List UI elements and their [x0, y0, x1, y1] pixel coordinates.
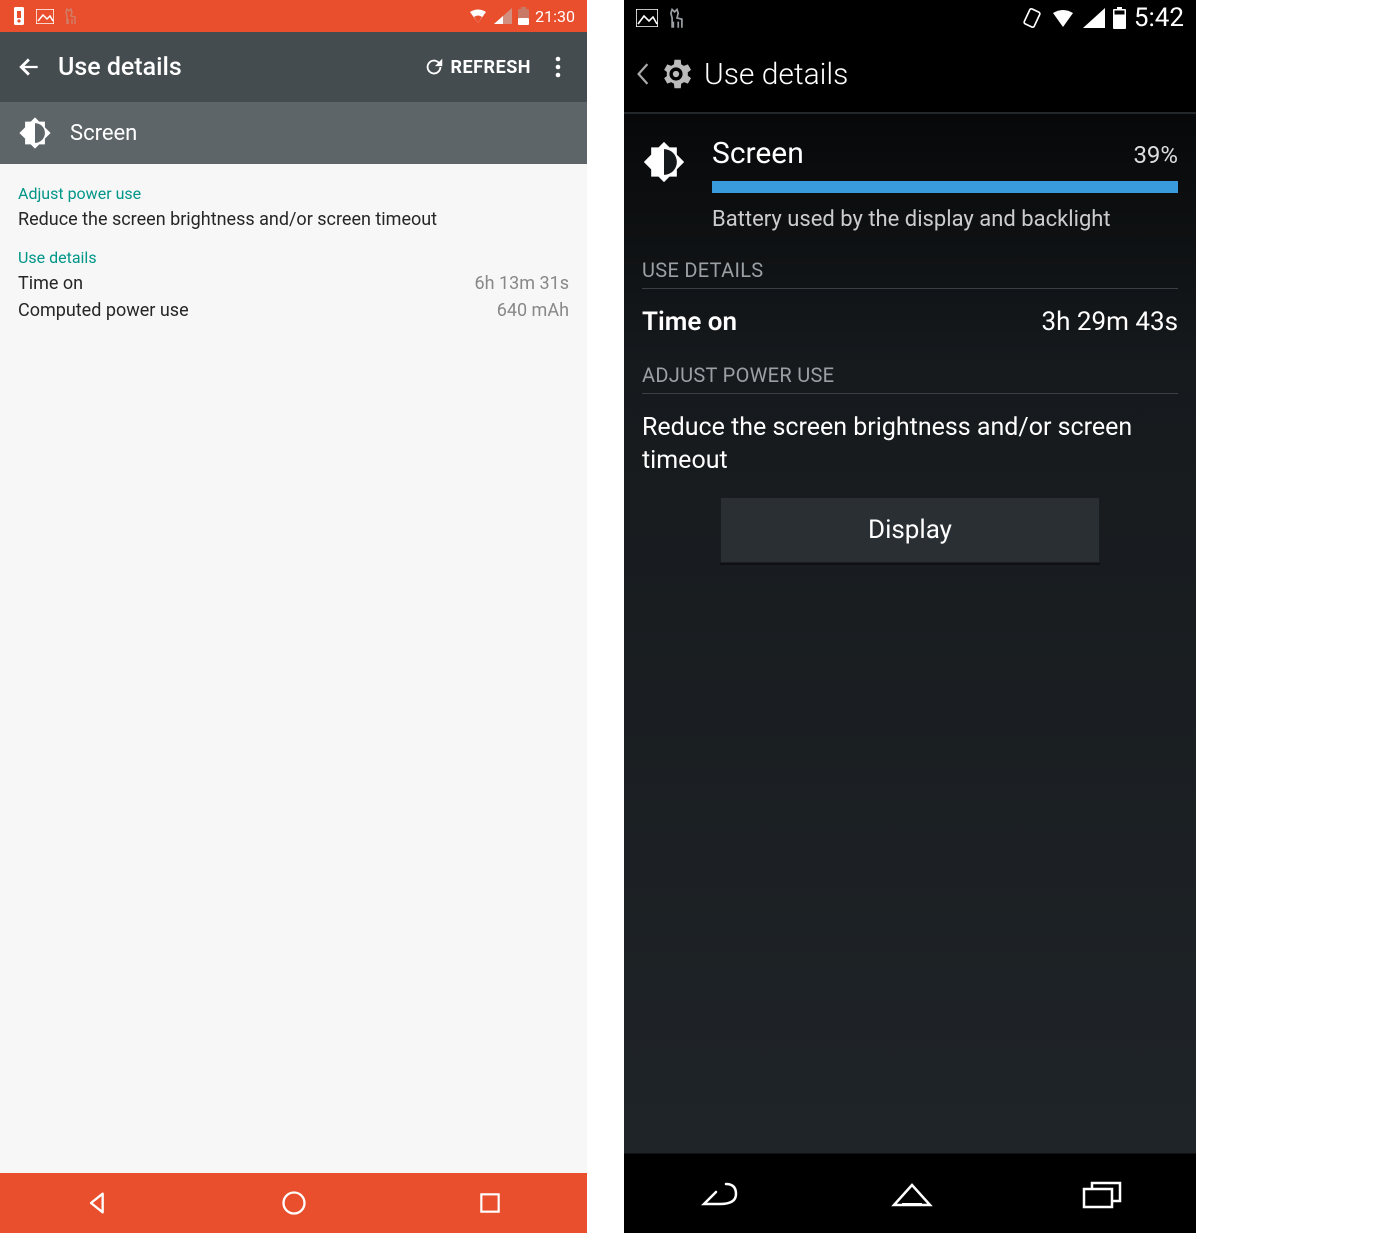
llama-icon: [668, 7, 686, 29]
image-icon: [636, 9, 658, 27]
adjust-body: Reduce the screen brightness and/or scre…: [18, 209, 569, 230]
row-label: Time on: [18, 273, 83, 294]
app-bar: Use details REFRESH: [0, 32, 587, 102]
adjust-body: Reduce the screen brightness and/or scre…: [642, 412, 1178, 477]
row-value: 6h 13m 31s: [475, 273, 570, 294]
wifi-icon: [468, 8, 488, 24]
status-time: 21:30: [535, 7, 575, 26]
status-time: 5:42: [1134, 3, 1184, 33]
row-label: Computed power use: [18, 300, 189, 321]
component-name: Screen: [712, 136, 804, 171]
wifi-icon: [1051, 8, 1075, 28]
content: Adjust power use Reduce the screen brigh…: [0, 164, 587, 1173]
signal-icon: [494, 8, 512, 24]
row-time-on: Time on 3h 29m 43s: [642, 307, 1178, 337]
nav-bar: [624, 1153, 1196, 1233]
battery-icon: [518, 7, 529, 25]
row-value: 3h 29m 43s: [1042, 307, 1179, 337]
warning-icon: [12, 7, 26, 25]
row-label: Time on: [642, 307, 737, 337]
refresh-icon: [423, 56, 445, 78]
component-desc: Battery used by the display and backligh…: [712, 207, 1178, 232]
content: Screen 39% Battery used by the display a…: [624, 114, 1196, 1153]
row-time-on: Time on 6h 13m 31s: [18, 273, 569, 294]
section-details-title: Use details: [18, 248, 569, 267]
nav-home-button[interactable]: [888, 1179, 936, 1209]
rotation-icon: [1021, 7, 1043, 29]
more-vert-icon: [555, 56, 561, 78]
overflow-menu[interactable]: [541, 56, 575, 78]
refresh-label: REFRESH: [451, 57, 531, 78]
row-computed-power: Computed power use 640 mAh: [18, 300, 569, 321]
nav-back-button[interactable]: [84, 1189, 112, 1217]
nav-recent-button[interactable]: [477, 1190, 503, 1216]
back-button[interactable]: [12, 50, 46, 84]
sub-header: Screen: [0, 102, 587, 164]
brightness-icon: [642, 136, 702, 184]
section-adjust-title: Adjust power use: [18, 184, 569, 203]
summary-block: Screen 39% Battery used by the display a…: [642, 136, 1178, 232]
back-button[interactable]: [634, 63, 652, 85]
llama-icon: [64, 7, 78, 25]
image-icon: [36, 9, 54, 24]
usage-bar: [712, 181, 1178, 193]
display-button-label: Display: [868, 515, 952, 545]
nav-bar: [0, 1173, 587, 1233]
settings-icon[interactable]: [656, 54, 696, 94]
phone-left: 21:30 Use details REFRESH Screen Adjust …: [0, 0, 587, 1233]
nav-recent-button[interactable]: [1080, 1179, 1124, 1209]
battery-icon: [1113, 7, 1126, 29]
page-title: Use details: [704, 57, 848, 92]
row-value: 640 mAh: [497, 300, 569, 321]
status-bar: 5:42: [624, 0, 1196, 36]
signal-icon: [1083, 8, 1105, 28]
brightness-icon: [18, 116, 52, 150]
refresh-button[interactable]: REFRESH: [423, 56, 531, 78]
nav-home-button[interactable]: [280, 1189, 308, 1217]
section-details-title: USE DETAILS: [642, 258, 1178, 289]
screenshot-gap: [587, 0, 624, 1233]
app-bar: Use details: [624, 36, 1196, 114]
percent-label: 39%: [1133, 141, 1178, 169]
sub-header-title: Screen: [70, 121, 137, 146]
section-adjust-title: ADJUST POWER USE: [642, 363, 1178, 394]
nav-back-button[interactable]: [696, 1178, 744, 1210]
status-bar: 21:30: [0, 0, 587, 32]
page-title: Use details: [58, 53, 182, 82]
display-button[interactable]: Display: [720, 497, 1100, 563]
phone-right: 5:42 Use details Screen 39%: [624, 0, 1196, 1233]
